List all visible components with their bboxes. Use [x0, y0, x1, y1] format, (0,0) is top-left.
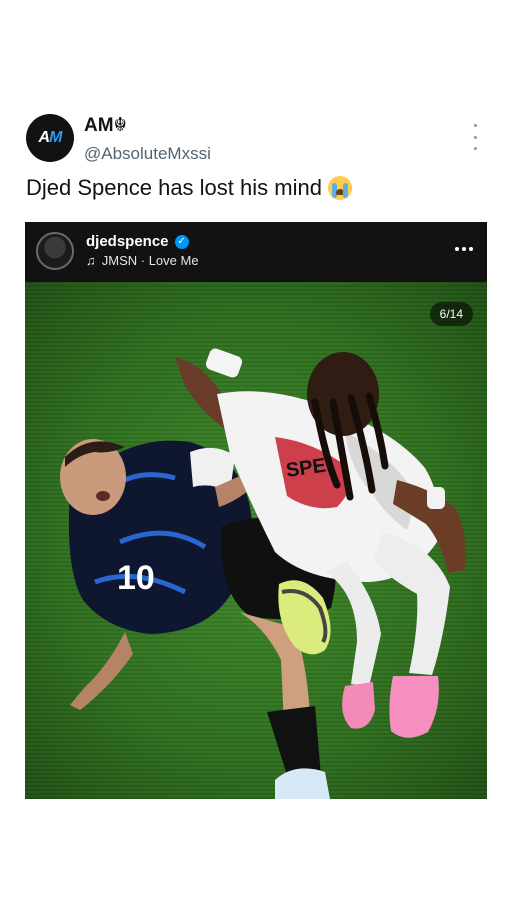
- instagram-avatar[interactable]: [36, 232, 74, 270]
- instagram-post-header: djedspence ✓ ♫ JMSN · Love Me: [25, 222, 487, 282]
- match-photo[interactable]: 10 SPE 6/14: [25, 282, 487, 799]
- instagram-audio[interactable]: ♫ JMSN · Love Me: [86, 253, 199, 268]
- tweet-text: Djed Spence has lost his mind: [26, 175, 352, 201]
- audio-title: JMSN · Love Me: [101, 253, 199, 268]
- author-avatar[interactable]: AM: [26, 114, 74, 162]
- image-counter: 6/14: [429, 302, 473, 326]
- instagram-more-icon[interactable]: [455, 247, 473, 251]
- tweet-header: AM AM☬ @AbsoluteMxssi: [26, 112, 486, 166]
- tweet-body: Djed Spence has lost his mind: [26, 175, 322, 200]
- instagram-username[interactable]: djedspence ✓: [86, 233, 189, 250]
- more-options-icon[interactable]: [470, 124, 480, 150]
- instagram-username-text: djedspence: [86, 233, 169, 250]
- embedded-media-card[interactable]: djedspence ✓ ♫ JMSN · Love Me 10 SPE 6/1…: [25, 222, 487, 799]
- author-name[interactable]: AM☬: [84, 114, 127, 137]
- verified-badge-icon: ✓: [174, 234, 189, 249]
- author-avatar-logo: AM: [38, 129, 63, 146]
- svg-text:10: 10: [117, 559, 155, 597]
- author-handle[interactable]: @AbsoluteMxssi: [84, 144, 211, 164]
- crying-face-icon: [327, 176, 352, 200]
- music-note-icon: ♫: [86, 253, 96, 268]
- football-tackle-illustration: 10 SPE: [60, 348, 466, 799]
